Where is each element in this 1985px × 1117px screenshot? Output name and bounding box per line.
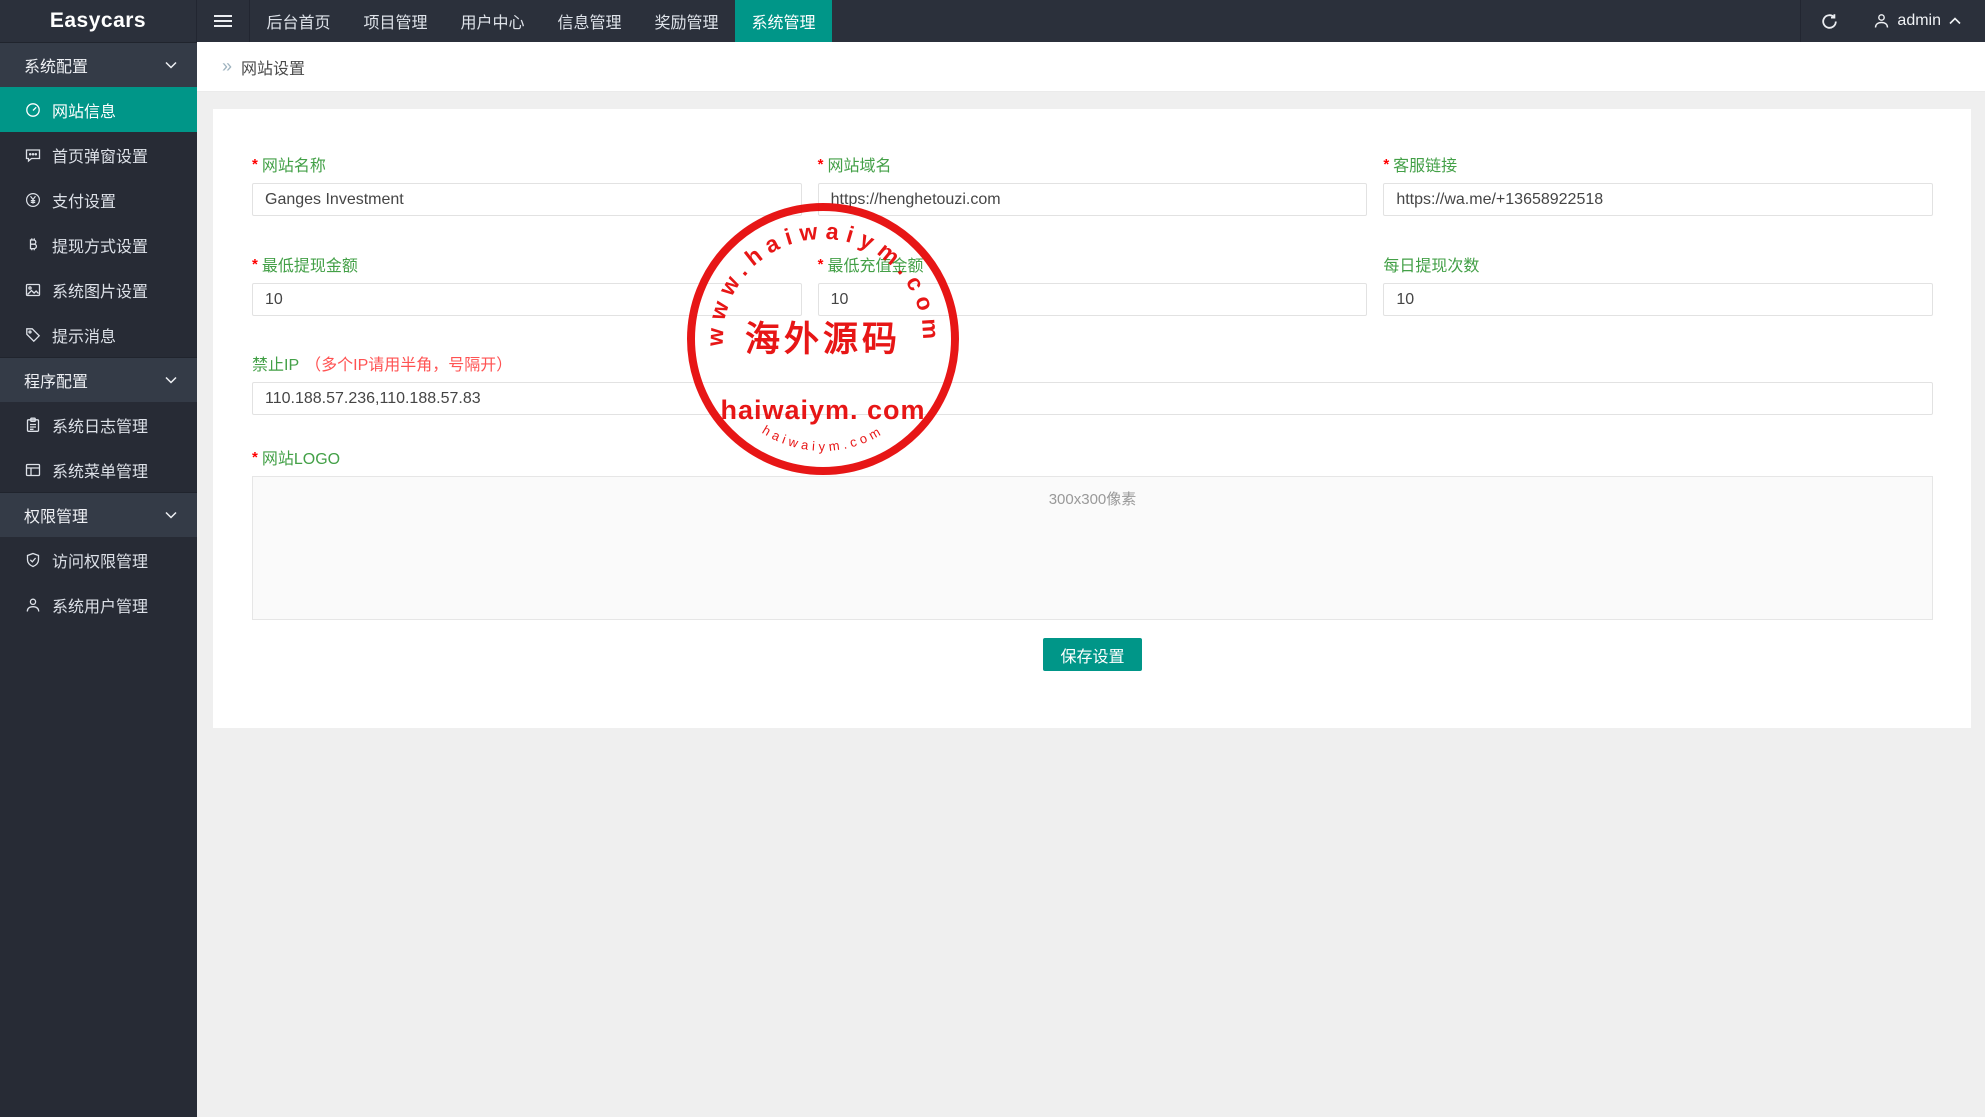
logo-size-note: 300x300像素 (1049, 491, 1137, 508)
save-settings-button[interactable]: 保存设置 (1043, 638, 1141, 671)
comment-icon (24, 147, 41, 163)
sidebar-item-system-users[interactable]: 系统用户管理 (0, 582, 197, 627)
window-icon (24, 462, 41, 478)
shield-check-icon (24, 552, 41, 568)
site-name-input[interactable] (252, 183, 802, 216)
min-recharge-input[interactable] (818, 283, 1368, 316)
required-marker: * (818, 256, 824, 273)
field-site-name: *网站名称 (252, 152, 802, 216)
sidebar-item-system-logs[interactable]: 系统日志管理 (0, 402, 197, 447)
field-label: 每日提现次数 (1383, 252, 1479, 276)
top-nav: 后台首页 项目管理 用户中心 信息管理 奖励管理 系统管理 (250, 0, 832, 42)
sidebar-group-label: 系统配置 (24, 53, 88, 77)
breadcrumb: » 网站设置 (197, 42, 1985, 92)
sidebar-group-system-config[interactable]: 系统配置 (0, 42, 197, 87)
field-label: 网站域名 (828, 152, 892, 176)
username: admin (1897, 12, 1941, 30)
required-marker: * (1383, 156, 1389, 173)
nav-item-info[interactable]: 信息管理 (541, 0, 638, 42)
service-link-input[interactable] (1383, 183, 1933, 216)
nav-item-home[interactable]: 后台首页 (250, 0, 347, 42)
field-label: 网站LOGO (262, 445, 340, 469)
logo-upload-area[interactable]: 300x300像素 (252, 476, 1933, 620)
field-daily-withdraw-count: 每日提现次数 (1383, 252, 1933, 316)
topbar-right: admin (1800, 0, 1985, 42)
hamburger-icon[interactable] (197, 0, 250, 42)
field-site-domain: *网站域名 (818, 152, 1368, 216)
tag-icon (24, 327, 41, 343)
nav-item-projects[interactable]: 项目管理 (347, 0, 444, 42)
required-marker: * (252, 156, 258, 173)
sidebar-item-label: 系统日志管理 (52, 413, 148, 437)
sidebar-group-label: 权限管理 (24, 503, 88, 527)
gauge-icon (24, 102, 41, 118)
field-label: 最低提现金额 (262, 252, 358, 276)
clipboard-icon (24, 417, 41, 433)
field-label: 禁止IP (252, 351, 299, 375)
sidebar-group-label: 程序配置 (24, 368, 88, 392)
required-marker: * (252, 256, 258, 273)
chevron-down-icon (165, 376, 177, 384)
app-logo[interactable]: Easycars (0, 0, 197, 42)
chevron-down-icon (165, 511, 177, 519)
sidebar-item-site-info[interactable]: 网站信息 (0, 87, 197, 132)
sidebar-item-tip-message[interactable]: 提示消息 (0, 312, 197, 357)
chevron-up-icon (1949, 17, 1961, 25)
person-icon (1874, 13, 1889, 29)
sidebar-item-label: 提示消息 (52, 323, 116, 347)
required-marker: * (252, 449, 258, 466)
field-label: 网站名称 (262, 152, 326, 176)
sidebar-item-home-popup[interactable]: 首页弹窗设置 (0, 132, 197, 177)
bitcoin-icon (24, 237, 41, 253)
field-hint: （多个IP请用半角，号隔开） (305, 351, 512, 375)
field-label: 客服链接 (1393, 152, 1457, 176)
field-label: 最低充值金额 (828, 252, 924, 276)
sidebar-item-label: 支付设置 (52, 188, 116, 212)
field-banned-ip: 禁止IP （多个IP请用半角，号隔开） (252, 351, 1933, 415)
yen-circle-icon (24, 192, 41, 208)
sidebar-item-system-menus[interactable]: 系统菜单管理 (0, 447, 197, 492)
sidebar-item-label: 系统图片设置 (52, 278, 148, 302)
sidebar-group-permissions[interactable]: 权限管理 (0, 492, 197, 537)
user-menu[interactable]: admin (1858, 0, 1985, 42)
image-icon (24, 282, 41, 298)
sidebar-item-label: 网站信息 (52, 98, 116, 122)
field-min-withdraw: *最低提现金额 (252, 252, 802, 316)
page-title: 网站设置 (241, 55, 305, 79)
topbar: Easycars 后台首页 项目管理 用户中心 信息管理 奖励管理 系统管理 a… (0, 0, 1985, 42)
required-marker: * (818, 156, 824, 173)
sidebar-item-label: 首页弹窗设置 (52, 143, 148, 167)
refresh-icon[interactable] (1800, 0, 1858, 42)
field-service-link: *客服链接 (1383, 152, 1933, 216)
chevron-down-icon (165, 61, 177, 69)
breadcrumb-separator-icon: » (222, 56, 232, 77)
daily-withdraw-count-input[interactable] (1383, 283, 1933, 316)
nav-item-rewards[interactable]: 奖励管理 (638, 0, 735, 42)
sidebar-item-label: 系统用户管理 (52, 593, 148, 617)
sidebar-group-program-config[interactable]: 程序配置 (0, 357, 197, 402)
min-withdraw-input[interactable] (252, 283, 802, 316)
sidebar-item-access-permission[interactable]: 访问权限管理 (0, 537, 197, 582)
sidebar-item-label: 访问权限管理 (52, 548, 148, 572)
site-domain-input[interactable] (818, 183, 1368, 216)
nav-item-users[interactable]: 用户中心 (444, 0, 541, 42)
settings-form-card: *网站名称 *网站域名 *客服链接 *最低提现金额 *最低充值金额 (213, 109, 1971, 728)
sidebar-item-label: 提现方式设置 (52, 233, 148, 257)
sidebar-item-withdraw-method[interactable]: 提现方式设置 (0, 222, 197, 267)
field-site-logo: *网站LOGO 300x300像素 (252, 445, 1933, 620)
field-min-recharge: *最低充值金额 (818, 252, 1368, 316)
sidebar-item-system-images[interactable]: 系统图片设置 (0, 267, 197, 312)
sidebar-item-payment[interactable]: 支付设置 (0, 177, 197, 222)
nav-item-system[interactable]: 系统管理 (735, 0, 832, 42)
sidebar: 系统配置 网站信息 首页弹窗设置 支付设置 提现方式设置 系统图片设置 (0, 42, 197, 1117)
banned-ip-input[interactable] (252, 382, 1933, 415)
main-content: » 网站设置 *网站名称 *网站域名 *客服链接 *最低提现金额 (197, 42, 1985, 1117)
person-icon (24, 597, 41, 613)
sidebar-item-label: 系统菜单管理 (52, 458, 148, 482)
